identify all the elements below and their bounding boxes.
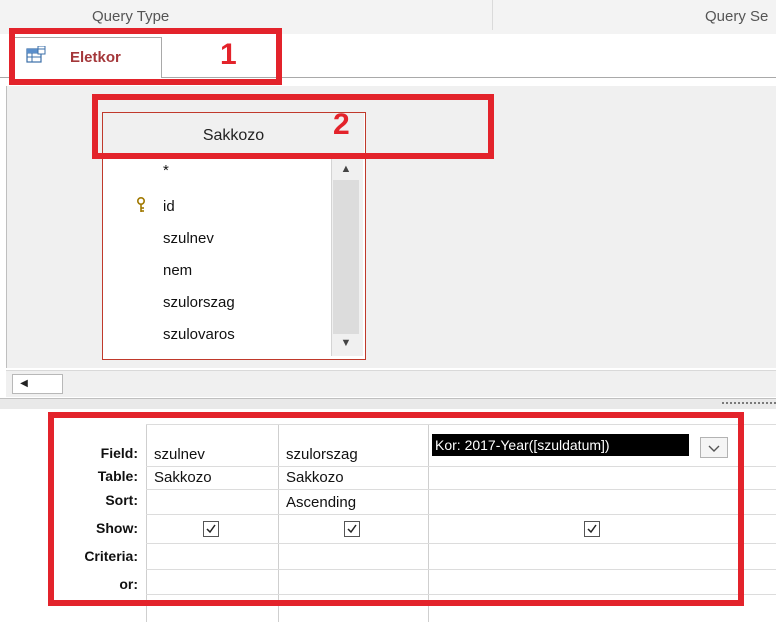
field-item-szulnev[interactable]: szulnev [163, 230, 214, 247]
field-item-szulorszag[interactable]: szulorszag [163, 294, 235, 311]
field-item-id[interactable]: id [163, 198, 175, 215]
annotation-box-grid [48, 412, 744, 606]
splitter-grip-icon [722, 402, 776, 406]
primary-key-icon [135, 196, 147, 216]
field-item-szulovaros[interactable]: szulovaros [163, 326, 235, 343]
scroll-up-arrow-icon[interactable]: ▲ [336, 160, 356, 178]
horizontal-scroll-thumb[interactable] [34, 374, 63, 394]
field-item-nem[interactable]: nem [163, 262, 192, 279]
scroll-left-arrow-icon[interactable]: ◀ [12, 374, 36, 394]
design-pane-horizontal-scrollbar[interactable] [6, 370, 776, 397]
annotation-number-2: 2 [333, 108, 350, 141]
annotation-number-1: 1 [220, 38, 237, 71]
scroll-down-arrow-icon[interactable]: ▼ [336, 334, 356, 352]
ribbon-group-label-query-setup: Query Se [705, 8, 769, 25]
annotation-box-1 [9, 28, 282, 85]
scroll-thumb[interactable] [333, 180, 359, 334]
annotation-box-2 [92, 94, 494, 159]
field-item-all[interactable]: * [163, 162, 169, 179]
ribbon-group-label-query-type: Query Type [92, 8, 170, 25]
ribbon-separator [492, 0, 493, 30]
